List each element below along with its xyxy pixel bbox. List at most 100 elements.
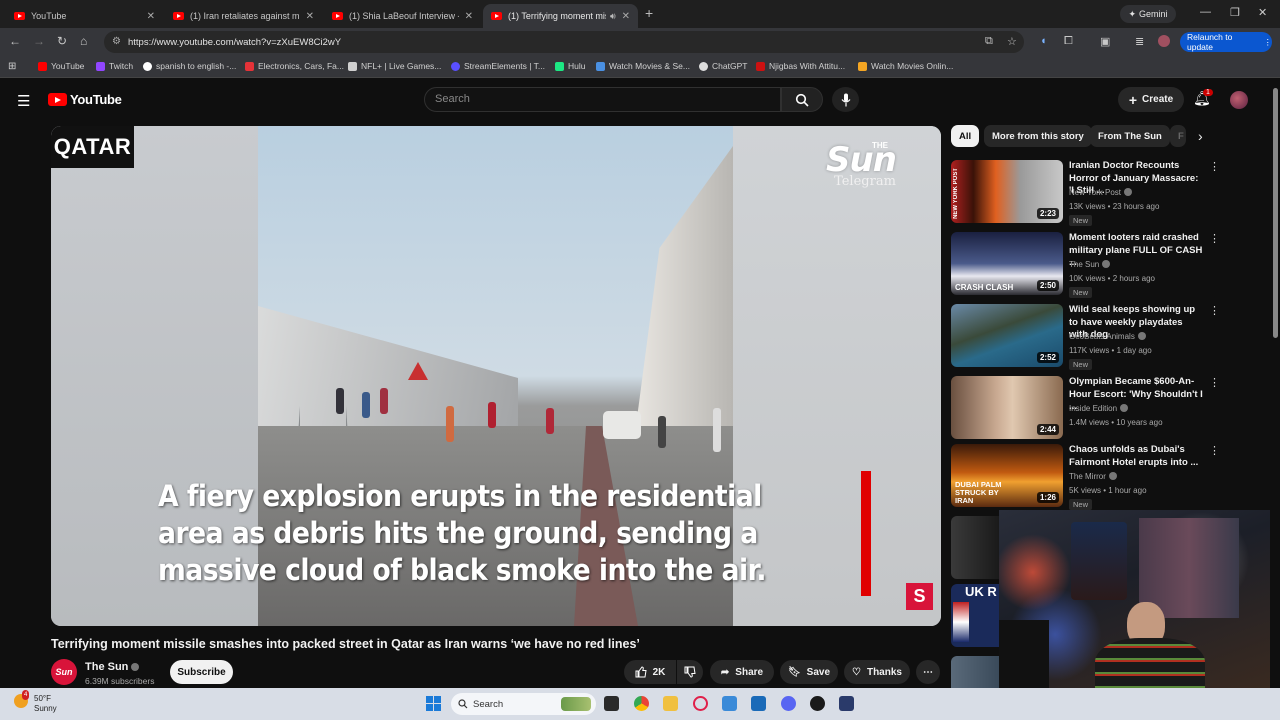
windows-start-icon[interactable]	[426, 696, 441, 711]
more-vertical-icon[interactable]: ⋮	[1209, 444, 1220, 457]
browser-tab[interactable]: (1) Iran retaliates against multip ✕	[165, 4, 322, 28]
page-scrollbar[interactable]	[1270, 80, 1280, 688]
file-explorer-icon[interactable]	[663, 696, 678, 711]
video-player[interactable]: QATAR THE Sun Telegram A fiery explosion…	[51, 126, 941, 626]
more-vertical-icon[interactable]: ⋮	[1209, 160, 1220, 173]
recommendation-item[interactable]: 2:52 Wild seal keeps showing up to have …	[951, 304, 1220, 370]
video-thumbnail[interactable]: 2:52	[951, 304, 1063, 367]
reading-list-icon[interactable]: ≣	[1135, 35, 1144, 48]
dislike-button[interactable]	[677, 660, 703, 684]
back-arrow-icon[interactable]: ←	[9, 34, 21, 48]
search-button[interactable]	[781, 87, 823, 112]
bookmark-item[interactable]: Watch Movies & Se...	[596, 61, 690, 71]
video-thumbnail[interactable]: CRASH CLASH 2:50	[951, 232, 1063, 295]
like-button[interactable]: 2K	[624, 660, 676, 684]
video-thumbnail[interactable]: NEW YORK POST 2:23	[951, 160, 1063, 223]
close-tab-icon[interactable]: ✕	[306, 11, 314, 22]
new-tab-button[interactable]: +	[645, 5, 653, 21]
close-window-button[interactable]: ✕	[1258, 6, 1267, 19]
app-icon[interactable]	[839, 696, 854, 711]
chip-more-from-this-story[interactable]: More from this story	[984, 125, 1092, 147]
photos-app-icon[interactable]	[751, 696, 766, 711]
home-icon[interactable]: ⌂	[80, 34, 87, 48]
address-bar[interactable]: ⚙ https://www.youtube.com/watch?v=zXuEW8…	[104, 31, 1024, 53]
scene-person	[546, 408, 554, 434]
reload-icon[interactable]: ↻	[57, 34, 67, 48]
bookmark-item[interactable]: Watch Movies Onlin...	[858, 61, 953, 71]
recommendation-item[interactable]: NEW YORK POST 2:23 Iranian Doctor Recoun…	[951, 160, 1220, 226]
union-flag-graphic	[953, 602, 969, 642]
bookmark-item[interactable]: spanish to english -...	[143, 61, 236, 71]
video-thumbnail[interactable]: 2:44	[951, 376, 1063, 439]
video-thumbnail[interactable]: UK R	[951, 584, 999, 647]
scrollbar-thumb[interactable]	[1273, 88, 1278, 338]
chrome-icon[interactable]	[634, 696, 649, 711]
chevron-right-icon[interactable]: ›	[1198, 128, 1203, 144]
video-thumbnail[interactable]	[951, 656, 999, 688]
gemini-button[interactable]: ✦ Gemini	[1120, 5, 1176, 23]
share-button[interactable]: ➦ Share	[710, 660, 774, 684]
close-tab-icon[interactable]: ✕	[622, 11, 630, 22]
bookmark-item[interactable]: Njigbas With Attitu...	[756, 61, 845, 71]
more-vertical-icon[interactable]: ⋮	[1209, 232, 1220, 245]
bookmark-star-icon[interactable]: ☆	[1007, 35, 1017, 48]
browser-tab[interactable]: (1) Shia LaBeouf Interview - You ✕	[324, 4, 481, 28]
channel-text: The Sun	[1069, 260, 1100, 269]
bookmark-item[interactable]: NFL+ | Live Games...	[348, 61, 441, 71]
profile-avatar[interactable]	[1158, 35, 1170, 47]
recommendation-item[interactable]: 2:44 Olympian Became $600-An-Hour Escort…	[951, 376, 1220, 442]
youtube-favicon-icon	[14, 12, 25, 20]
video-duration: 2:50	[1036, 280, 1059, 291]
obs-icon[interactable]	[810, 696, 825, 711]
bookmark-item[interactable]: Twitch	[96, 61, 133, 71]
search-icon	[458, 699, 468, 709]
chip-from-the-sun[interactable]: From The Sun	[1090, 125, 1170, 147]
more-vertical-icon[interactable]: ⋮	[1209, 376, 1220, 389]
task-view-icon[interactable]	[604, 696, 619, 711]
install-app-icon[interactable]: ⧉	[985, 35, 993, 48]
save-button[interactable]: 🔖︎ Save	[780, 660, 838, 684]
recommendation-item[interactable]: CRASH CLASH 2:50 Moment looters raid cra…	[951, 232, 1220, 298]
close-tab-icon[interactable]: ✕	[147, 11, 155, 22]
search-input[interactable]: Search	[424, 87, 781, 112]
video-thumbnail[interactable]	[951, 516, 999, 579]
menu-hamburger-icon[interactable]: ☰	[17, 92, 30, 110]
forward-arrow-icon[interactable]: →	[33, 34, 45, 48]
relaunch-to-update-button[interactable]: Relaunch to update ⋮	[1180, 32, 1272, 52]
close-tab-icon[interactable]: ✕	[465, 11, 473, 22]
create-button[interactable]: + Create	[1118, 87, 1184, 112]
chip-all[interactable]: All	[951, 125, 980, 147]
taskbar-search[interactable]: Search	[451, 693, 596, 715]
voice-search-button[interactable]	[832, 87, 859, 112]
opera-icon[interactable]	[693, 696, 708, 711]
maximize-window-button[interactable]: ❐	[1230, 6, 1240, 19]
channel-avatar[interactable]: Sun	[51, 659, 77, 685]
bookmark-item[interactable]: Electronics, Cars, Fa...	[245, 61, 344, 71]
channel-name[interactable]: The Sun	[85, 661, 140, 673]
bookmark-item[interactable]: Hulu	[555, 61, 585, 71]
site-info-icon[interactable]: ⚙	[112, 36, 121, 47]
recommendation-meta: 117K views • 1 day ago	[1069, 346, 1152, 355]
extension-icon[interactable]: ◖	[1040, 35, 1047, 47]
minimize-window-button[interactable]: —	[1200, 6, 1211, 18]
discord-icon[interactable]	[781, 696, 796, 711]
thanks-button[interactable]: ♡ Thanks	[844, 660, 910, 684]
browser-tab[interactable]: YouTube ✕	[6, 4, 163, 28]
video-thumbnail[interactable]: DUBAI PALM STRUCK BY IRAN 1:26	[951, 444, 1063, 507]
bookmark-item[interactable]: ChatGPT	[699, 61, 747, 71]
browser-tab-active[interactable]: (1) Terrifying moment missi 🔊︎ ✕	[483, 4, 638, 28]
notepad-icon[interactable]	[722, 696, 737, 711]
apps-grid-icon[interactable]: ⊞	[8, 61, 16, 72]
more-actions-button[interactable]: ⋯	[916, 660, 940, 684]
split-view-icon[interactable]: ▣	[1100, 35, 1110, 48]
audio-playing-icon[interactable]: 🔊︎	[610, 11, 616, 22]
more-vertical-icon[interactable]: ⋮	[1209, 304, 1220, 317]
extensions-puzzle-icon[interactable]: ⧠	[1064, 35, 1073, 48]
bookmark-item[interactable]: StreamElements | T...	[451, 61, 545, 71]
chip-partial[interactable]: F	[1170, 125, 1186, 147]
youtube-logo[interactable]: YouTube	[48, 92, 122, 107]
bookmark-item[interactable]: YouTube	[38, 61, 84, 71]
subscribe-button[interactable]: Subscribe	[170, 660, 233, 684]
recommendation-item[interactable]: DUBAI PALM STRUCK BY IRAN 1:26 Chaos unf…	[951, 444, 1220, 510]
account-avatar[interactable]	[1230, 91, 1248, 109]
